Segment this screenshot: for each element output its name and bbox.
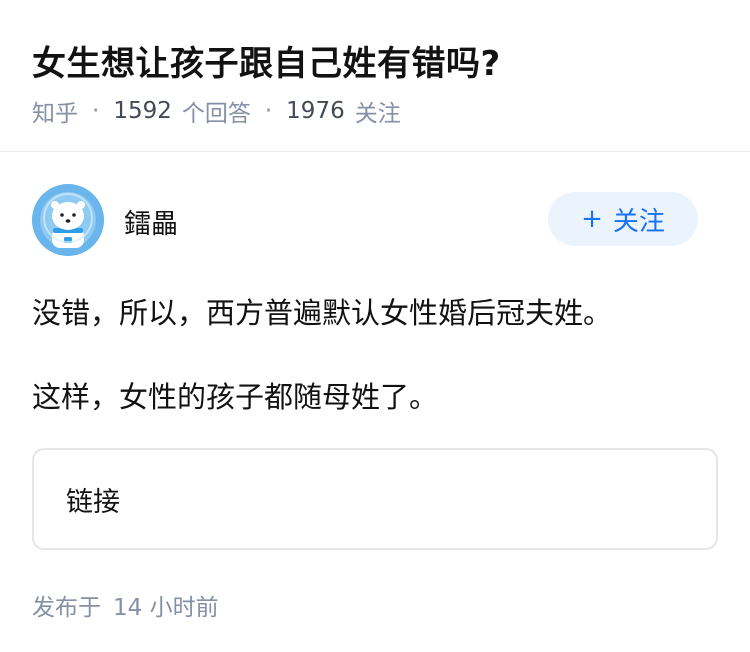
follower-count: 1976: [286, 98, 345, 124]
meta-separator: ·: [92, 98, 100, 124]
publish-time-value: 14 小时前: [113, 595, 219, 621]
link-card[interactable]: 链接: [32, 448, 718, 550]
publish-time[interactable]: 发布于 14 小时前: [32, 588, 219, 622]
answer-card: 鐳畾 + 关注 没错，所以，西方普遍默认女性婚后冠夫姓。 这样，女性的孩子都随母…: [0, 152, 750, 652]
link-card-label: 链接: [66, 487, 120, 518]
answer-paragraph: 这样，女性的孩子都随母姓了。: [32, 380, 439, 414]
question-meta: 知乎 · 1592 个回答 · 1976 关注: [32, 94, 401, 128]
answer-paragraph: 没错，所以，西方普遍默认女性婚后冠夫姓。: [32, 296, 613, 330]
meta-separator: ·: [264, 98, 273, 124]
follow-button-label: 关注: [612, 206, 665, 237]
polar-bear-avatar-icon[interactable]: [32, 184, 104, 256]
plus-icon: +: [581, 204, 603, 234]
follow-button[interactable]: + 关注: [548, 192, 698, 246]
question-header: 女生想让孩子跟自己姓有错吗? 知乎 · 1592 个回答 · 1976 关注: [0, 0, 750, 152]
source-label[interactable]: 知乎: [32, 94, 78, 128]
answer-count-label[interactable]: 个回答: [182, 94, 251, 128]
author-name[interactable]: 鐳畾: [124, 202, 178, 241]
question-title[interactable]: 女生想让孩子跟自己姓有错吗?: [32, 36, 501, 85]
answer-page: 女生想让孩子跟自己姓有错吗? 知乎 · 1592 个回答 · 1976 关注 鐳…: [0, 0, 750, 652]
answer-count: 1592: [113, 98, 172, 124]
publish-prefix: 发布于: [32, 595, 101, 621]
follower-count-label[interactable]: 关注: [355, 94, 401, 128]
